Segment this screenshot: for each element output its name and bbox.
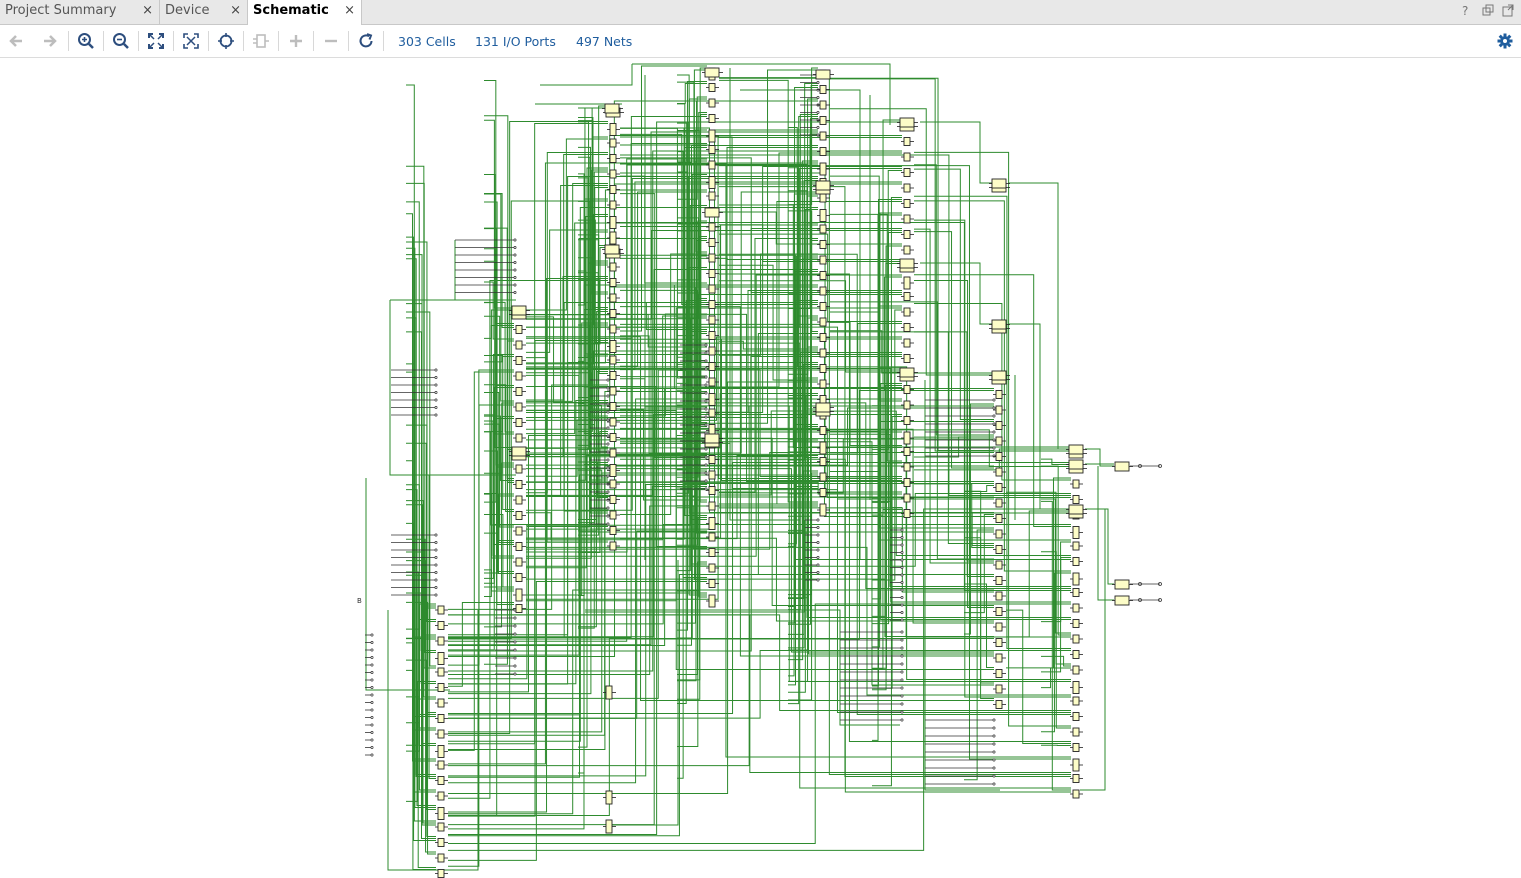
toolbar-separator — [313, 31, 314, 51]
svg-text:?: ? — [1462, 4, 1468, 18]
toolbar-separator — [138, 31, 139, 51]
close-icon[interactable]: × — [344, 0, 355, 22]
tab-bar: Project Summary × Device × Schematic × ? — [0, 0, 1521, 25]
back-icon[interactable] — [7, 32, 25, 50]
refresh-icon[interactable] — [357, 32, 375, 50]
tab-label: Device — [165, 3, 210, 18]
toolbar-separator — [208, 31, 209, 51]
toolbar-separator — [348, 31, 349, 51]
zoom-out-icon[interactable] — [112, 32, 130, 50]
restore-icon[interactable] — [1482, 4, 1494, 18]
close-icon[interactable]: × — [230, 0, 241, 22]
autofit-icon[interactable] — [217, 32, 235, 50]
toolbar-separator — [103, 31, 104, 51]
zoom-in-icon[interactable] — [77, 32, 95, 50]
popout-icon[interactable] — [1502, 4, 1514, 18]
expand-cone-icon[interactable] — [252, 32, 270, 50]
tab-project-summary[interactable]: Project Summary × — [0, 0, 160, 24]
nets-count-link[interactable]: 497 Nets — [576, 34, 632, 49]
tab-label: Project Summary — [5, 3, 117, 18]
schematic-cells — [435, 67, 1133, 878]
gear-icon[interactable] — [1496, 32, 1514, 50]
io-ports-count-link[interactable]: 131 I/O Ports — [475, 34, 556, 49]
fit-icon[interactable] — [147, 32, 165, 50]
tab-schematic[interactable]: Schematic × — [248, 0, 362, 25]
toolbar-separator — [243, 31, 244, 51]
svg-text:B: B — [357, 597, 362, 605]
zoom-fit-selection-icon[interactable] — [182, 32, 200, 50]
tab-device[interactable]: Device × — [160, 0, 248, 24]
toolbar-separator — [278, 31, 279, 51]
forward-icon[interactable] — [41, 32, 59, 50]
close-icon[interactable]: × — [142, 0, 153, 22]
expand-icon[interactable] — [287, 32, 305, 50]
toolbar-separator — [173, 31, 174, 51]
collapse-icon[interactable] — [322, 32, 340, 50]
schematic-toolbar: 303 Cells 131 I/O Ports 497 Nets — [0, 25, 1521, 58]
help-icon[interactable]: ? — [1461, 4, 1473, 18]
cells-count-link[interactable]: 303 Cells — [398, 34, 456, 49]
tab-label: Schematic — [253, 3, 329, 18]
toolbar-separator — [383, 31, 384, 51]
toolbar-separator — [68, 31, 69, 51]
schematic-canvas[interactable]: B — [0, 58, 1521, 878]
